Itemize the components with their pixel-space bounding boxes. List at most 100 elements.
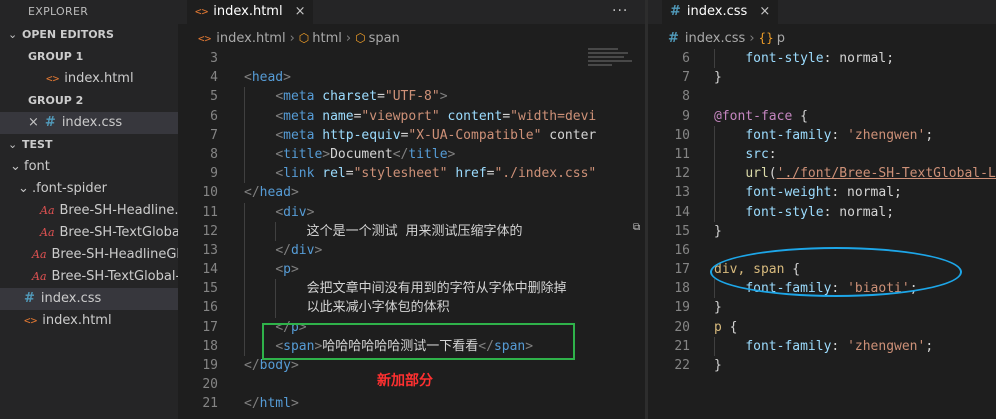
green-highlight-box	[262, 323, 575, 360]
line-number: 18	[202, 338, 218, 354]
group-2-header[interactable]: GROUP 2	[0, 90, 178, 112]
folder-name: font	[24, 159, 50, 174]
chevron-down-icon: ⌄	[10, 159, 21, 174]
open-editor-index-css[interactable]: × # index.css	[0, 112, 178, 134]
line-number: 10	[674, 127, 690, 143]
line-number: 21	[202, 396, 218, 412]
tree-file-index-css[interactable]: # index.css	[0, 288, 178, 310]
tree-folder-font[interactable]: ⌄ font	[0, 156, 178, 178]
tree-file-index-html[interactable]: <> index.html	[0, 310, 178, 332]
project-label: TEST	[22, 138, 53, 151]
chevron-right-icon: ›	[749, 31, 755, 46]
line-number: 14	[202, 262, 218, 278]
code-line: 13 font-weight: normal;	[648, 183, 996, 203]
line-text: <link rel="stylesheet" href="./index.css…	[275, 166, 597, 182]
line-number: 7	[210, 127, 218, 143]
code-line: 13 </div>	[178, 240, 645, 261]
line-text: font-family: 'zhengwen';	[745, 127, 934, 143]
open-editors-label: OPEN EDITORS	[22, 28, 114, 41]
line-text: src:	[745, 146, 777, 162]
breadcrumb-item[interactable]: p	[777, 31, 785, 46]
chevron-down-icon: ⌄	[8, 138, 18, 151]
font-file-icon: Aa	[32, 248, 47, 261]
tree-folder-font-spider[interactable]: ⌄ .font-spider	[0, 178, 178, 200]
line-number: 10	[202, 185, 218, 201]
line-text: <div>	[275, 204, 315, 220]
tree-file[interactable]: Aa Bree-SH-Headline...	[0, 200, 178, 222]
close-icon[interactable]: ×	[295, 4, 306, 19]
more-actions-icon[interactable]: ···	[612, 0, 628, 24]
explorer-sidebar: EXPLORER ⌄ OPEN EDITORS GROUP 1 <> index.h…	[0, 0, 178, 419]
code-line: 21 </html>	[178, 394, 645, 413]
line-text: }	[714, 300, 722, 316]
line-text: <p>	[275, 262, 299, 278]
group-1-header[interactable]: GROUP 1	[0, 46, 178, 68]
line-number: 12	[202, 223, 218, 239]
line-number: 5	[210, 89, 218, 105]
tab-index-html[interactable]: <> index.html ×	[187, 0, 314, 24]
code-area[interactable]: 3 4 <head> 5 <meta charset="UTF-8"> 6 <meta …	[178, 49, 645, 419]
css-file-icon: #	[24, 291, 35, 306]
close-icon[interactable]: ×	[759, 4, 770, 19]
line-text: }	[714, 223, 722, 239]
line-number: 16	[674, 242, 690, 258]
line-text: font-style: normal;	[745, 204, 895, 220]
close-icon[interactable]: ×	[28, 115, 39, 130]
code-line: 9 <link rel="stylesheet" href="./index.c…	[178, 164, 645, 184]
code-line: 8	[648, 87, 996, 106]
project-section[interactable]: ⌄ TEST	[0, 134, 178, 156]
minimap[interactable]	[588, 46, 640, 76]
line-text: 以此来减小字体包的体积	[244, 300, 450, 316]
breadcrumb-item[interactable]: span	[369, 31, 400, 46]
line-text: 会把文章中间没有用到的字符从字体中删除掉	[244, 281, 567, 297]
code-line: 9 @font-face {	[648, 107, 996, 126]
open-editor-index-html[interactable]: <> index.html	[0, 68, 178, 90]
file-name: index.css	[40, 291, 102, 306]
editor-group-2: # index.css × # index.css ›{} p 6 font-style:…	[648, 0, 996, 419]
css-file-icon: #	[668, 31, 679, 46]
css-file-icon: #	[44, 115, 56, 130]
line-number: 17	[674, 262, 690, 278]
breadcrumb-item[interactable]: index.css	[685, 31, 745, 46]
line-number: 14	[674, 204, 690, 220]
open-editors-section[interactable]: ⌄ OPEN EDITORS	[0, 24, 178, 46]
tree-file[interactable]: Aa Bree-SH-HeadlineGl...	[0, 244, 178, 266]
line-number: 11	[202, 204, 218, 220]
breadcrumb-item[interactable]: html	[312, 31, 342, 46]
line-text: <title>Document</title>	[275, 146, 456, 162]
line-number: 7	[682, 70, 690, 86]
line-number: 15	[202, 281, 218, 297]
code-line: 5 <meta charset="UTF-8">	[178, 87, 645, 107]
line-number: 20	[674, 319, 690, 335]
code-line: 10 </head>	[178, 183, 645, 202]
line-number: 13	[674, 185, 690, 201]
line-text: <meta name="viewport" content="width=dev…	[275, 108, 597, 124]
line-number: 17	[202, 319, 218, 335]
code-area[interactable]: 6 font-style: normal; 7} 8 9 @font-face {10 …	[648, 49, 996, 419]
line-text: <meta http-equiv="X-UA-Compatible" conte…	[275, 127, 597, 143]
code-line: 22}	[648, 356, 996, 375]
line-number: 19	[674, 300, 690, 316]
line-number: 16	[202, 300, 218, 316]
blue-highlight-ellipse	[710, 247, 962, 297]
css-file-icon: #	[670, 4, 681, 19]
symbol-icon: ⬡	[298, 31, 310, 45]
tab-index-css[interactable]: # index.css ×	[662, 0, 779, 24]
line-number: 22	[674, 358, 690, 373]
breadcrumb-item[interactable]: index.html	[216, 31, 285, 46]
tree-file[interactable]: Aa Bree-SH-TextGlobal-...	[0, 266, 178, 288]
code-line: 6 font-style: normal;	[648, 49, 996, 69]
code-line: 14 <p>	[178, 260, 645, 280]
code-line: 12 这个是一个测试 用来测试压缩字体的	[178, 221, 645, 241]
line-number: 12	[674, 166, 690, 182]
code-line: 3	[178, 49, 645, 68]
chevron-right-icon: ›	[345, 31, 352, 46]
code-line: 19}	[648, 298, 996, 317]
file-name: index.html	[64, 71, 134, 86]
html-file-icon: <>	[46, 72, 60, 85]
tree-file[interactable]: Aa Bree-SH-TextGloba...	[0, 222, 178, 244]
line-number: 3	[210, 51, 218, 66]
file-name: Bree-SH-HeadlineGl...	[51, 247, 178, 262]
code-line: 6 <meta name="viewport" content="width=d…	[178, 106, 645, 126]
file-name: index.css	[61, 115, 123, 130]
